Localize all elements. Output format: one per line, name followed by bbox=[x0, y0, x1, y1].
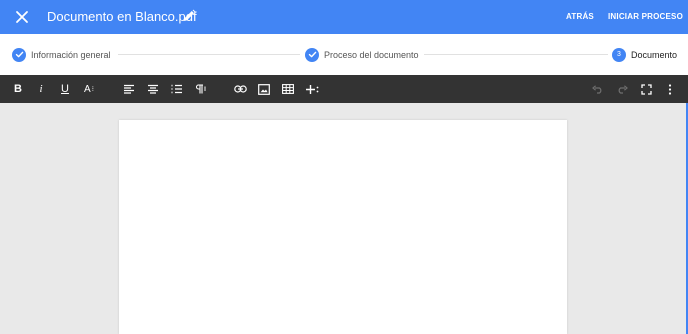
underline-button[interactable]: U bbox=[57, 81, 73, 97]
editor-toolbar: B i U A ⁝ bbox=[0, 75, 688, 103]
fullscreen-button[interactable] bbox=[638, 81, 654, 97]
table-button[interactable] bbox=[280, 81, 296, 97]
step-label: Información general bbox=[31, 49, 111, 60]
close-icon[interactable] bbox=[14, 9, 30, 25]
align-center-button[interactable] bbox=[145, 81, 161, 97]
more-vertical-icon bbox=[668, 83, 672, 95]
paragraph-button[interactable] bbox=[193, 81, 209, 97]
step-connector bbox=[118, 54, 300, 55]
font-size-icon: A bbox=[84, 83, 91, 95]
link-button[interactable] bbox=[232, 81, 248, 97]
start-process-button[interactable]: INICIAR PROCESO bbox=[608, 12, 683, 21]
plus-icon bbox=[305, 84, 318, 94]
step-number: 3 bbox=[617, 51, 621, 58]
fullscreen-icon bbox=[640, 83, 652, 95]
step-number-badge: 3 bbox=[612, 47, 626, 62]
insert-more-button[interactable] bbox=[304, 81, 320, 97]
app-header: Documento en Blanco.pdf ATRÁS INICIAR PR… bbox=[0, 0, 688, 34]
step-label: Documento bbox=[631, 49, 678, 60]
link-icon bbox=[233, 85, 247, 93]
font-size-button[interactable]: A ⁝ bbox=[81, 81, 97, 97]
undo-icon bbox=[592, 84, 602, 94]
step-documento[interactable]: 3 Documento bbox=[612, 34, 677, 75]
image-button[interactable] bbox=[256, 81, 272, 97]
back-button[interactable]: ATRÁS bbox=[566, 12, 594, 21]
align-left-icon bbox=[124, 84, 134, 94]
bold-button[interactable]: B bbox=[10, 81, 26, 97]
ordered-list-icon bbox=[171, 84, 182, 94]
progress-stepper: Información general Proceso del document… bbox=[0, 34, 688, 75]
step-informacion-general[interactable]: Información general bbox=[12, 34, 111, 75]
pencil-icon[interactable] bbox=[182, 9, 196, 23]
redo-button[interactable] bbox=[614, 81, 630, 97]
bold-icon: B bbox=[14, 83, 22, 95]
document-page[interactable] bbox=[119, 120, 567, 334]
step-label: Proceso del documento bbox=[324, 49, 419, 60]
check-icon bbox=[305, 47, 319, 62]
align-left-button[interactable] bbox=[121, 81, 137, 97]
font-size-dots: ⁝ bbox=[91, 86, 94, 93]
paragraph-icon bbox=[195, 84, 206, 94]
step-proceso-documento[interactable]: Proceso del documento bbox=[305, 34, 419, 75]
underline-icon: U bbox=[61, 83, 69, 95]
italic-button[interactable]: i bbox=[33, 81, 49, 97]
redo-icon bbox=[618, 84, 628, 94]
more-options-button[interactable] bbox=[662, 81, 678, 97]
undo-button[interactable] bbox=[590, 81, 606, 97]
check-icon bbox=[12, 47, 26, 62]
list-button[interactable] bbox=[169, 81, 185, 97]
table-icon bbox=[282, 84, 294, 94]
image-icon bbox=[258, 83, 270, 95]
align-center-icon bbox=[148, 84, 158, 94]
document-title: Documento en Blanco.pdf bbox=[47, 9, 197, 24]
step-connector bbox=[424, 54, 608, 55]
italic-icon: i bbox=[39, 83, 43, 95]
